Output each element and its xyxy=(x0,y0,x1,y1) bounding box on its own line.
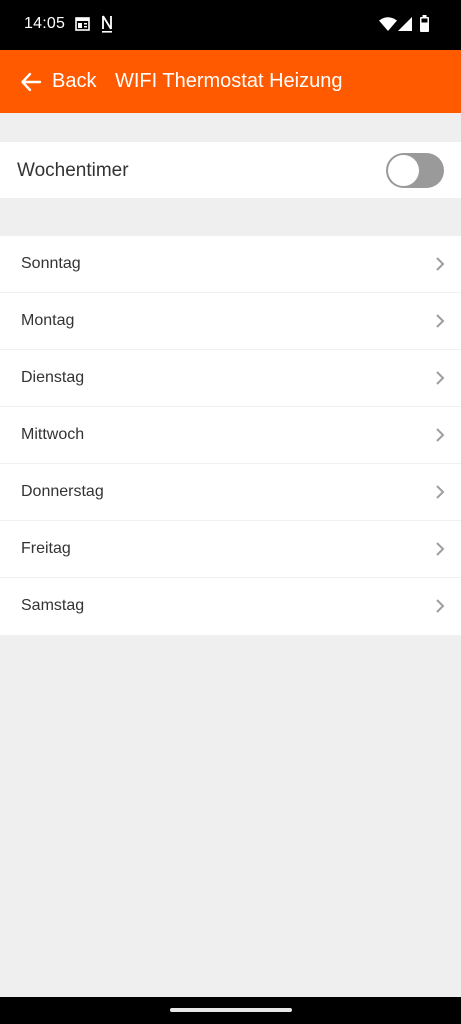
day-item-montag[interactable]: Montag xyxy=(0,293,461,350)
day-item-dienstag[interactable]: Dienstag xyxy=(0,350,461,407)
home-gesture-handle[interactable] xyxy=(170,1008,292,1012)
battery-icon xyxy=(420,15,429,32)
chevron-right-icon xyxy=(436,314,445,328)
chevron-right-icon xyxy=(436,257,445,271)
day-item-donnerstag[interactable]: Donnerstag xyxy=(0,464,461,521)
page-title: WIFI Thermostat Heizung xyxy=(115,70,343,92)
day-label: Freitag xyxy=(21,540,71,557)
system-navigation-bar xyxy=(0,997,461,1024)
chevron-right-icon xyxy=(436,428,445,442)
chevron-right-icon xyxy=(436,542,445,556)
day-label: Mittwoch xyxy=(21,426,85,443)
status-time: 14:05 xyxy=(24,15,66,32)
app-notification-icon xyxy=(102,15,112,33)
status-bar: 14:05 xyxy=(0,0,461,50)
news-icon xyxy=(75,17,90,31)
day-item-sonntag[interactable]: Sonntag xyxy=(0,236,461,293)
weekly-timer-toggle[interactable] xyxy=(386,153,444,188)
day-label: Dienstag xyxy=(21,369,85,386)
day-label: Montag xyxy=(21,312,75,329)
day-item-freitag[interactable]: Freitag xyxy=(0,521,461,578)
day-label: Samstag xyxy=(21,597,85,614)
chevron-right-icon xyxy=(436,371,445,385)
weekly-timer-label: Wochentimer xyxy=(17,160,129,181)
day-item-samstag[interactable]: Samstag xyxy=(0,578,461,635)
day-label: Sonntag xyxy=(21,255,81,272)
day-item-mittwoch[interactable]: Mittwoch xyxy=(0,407,461,464)
toggle-knob xyxy=(388,155,419,186)
back-button[interactable]: Back xyxy=(52,70,96,93)
day-label: Donnerstag xyxy=(21,483,104,500)
signal-icon xyxy=(398,17,412,31)
chevron-right-icon xyxy=(436,485,445,499)
app-bar: Back WIFI Thermostat Heizung xyxy=(0,50,461,113)
wifi-icon xyxy=(379,17,397,31)
back-arrow-icon[interactable] xyxy=(20,71,42,93)
chevron-right-icon xyxy=(436,599,445,613)
day-list: Sonntag Montag Dienstag Mittwoch Donners… xyxy=(0,236,461,635)
